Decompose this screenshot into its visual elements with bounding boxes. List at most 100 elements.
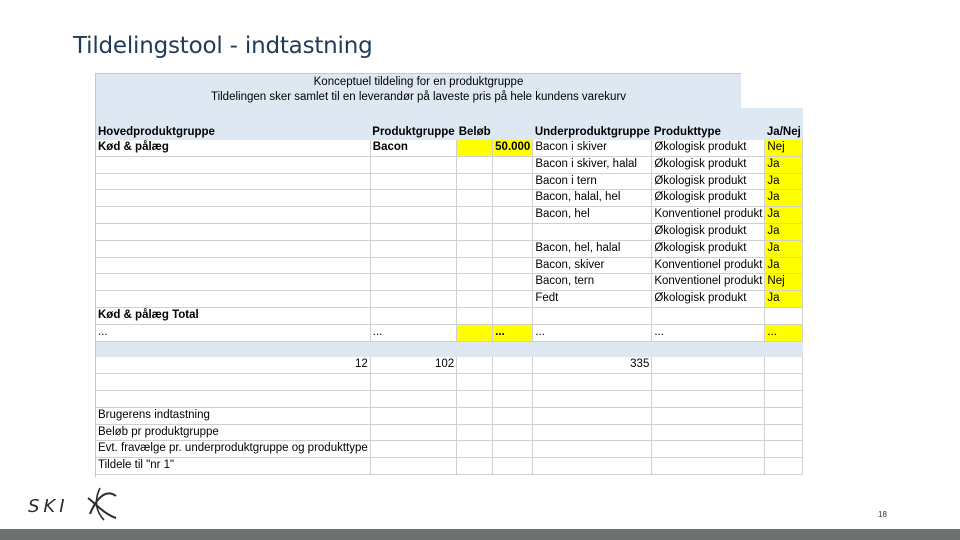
table-row-cell-1[interactable] [370,257,458,275]
blank-row-cell-6[interactable] [764,373,804,391]
table-row-cell-1[interactable]: Bacon [370,140,458,157]
counts-row-cell-0[interactable]: 12 [96,357,371,375]
counts-row-cell-5[interactable] [651,357,766,375]
blank-row-cell-3[interactable] [492,373,534,391]
table-row-cell-5[interactable]: Økologisk produkt [651,189,766,208]
header-row-cell-5[interactable]: Produkttype [651,108,765,140]
table-row-cell-0[interactable] [96,173,371,191]
table-row-cell-0[interactable] [96,290,371,308]
note-row-cell-6[interactable] [764,407,804,425]
table-row-cell-0[interactable] [96,206,371,224]
note-row-cell-4[interactable] [532,440,653,459]
table-row-cell-2[interactable] [456,257,494,275]
table-row-cell-3[interactable] [492,173,534,191]
table-row-cell-0[interactable] [96,257,371,275]
table-row-cell-5[interactable]: Økologisk produkt [651,290,766,308]
table-row-cell-2[interactable] [456,189,494,208]
counts-row-cell-6[interactable] [764,357,804,375]
blank-row-cell-0[interactable] [96,390,371,408]
blank-row-cell-5[interactable] [651,390,766,408]
band-row-cell-6[interactable] [764,341,803,358]
table-row-cell-1[interactable] [370,273,458,292]
blank-row-cell-4[interactable] [532,373,653,391]
note-row-cell-2[interactable] [456,440,494,459]
table-row-cell-3[interactable] [492,240,534,258]
table-row-cell-0[interactable] [96,156,371,174]
header-row-cell-4[interactable]: Underproduktgruppe [532,108,652,140]
table-row-cell-3[interactable] [492,206,534,224]
table-row-cell-5[interactable]: Økologisk produkt [651,240,766,258]
note-row-cell-1[interactable] [370,424,458,442]
table-row-cell-5[interactable]: Konventionel produkt [651,206,766,224]
ellipsis-row-cell-6[interactable]: ... [764,324,804,342]
table-row-cell-5[interactable]: Konventionel produkt [651,273,766,292]
band-row-cell-1[interactable] [370,341,457,358]
table-row-cell-3[interactable] [492,156,534,174]
blank-row-cell-2[interactable] [456,390,494,408]
table-row-cell-5[interactable]: Økologisk produkt [651,140,766,157]
table-row-cell-6[interactable]: Ja [764,223,804,241]
total-row-cell-4[interactable] [532,307,653,325]
header-row-cell-6[interactable]: Ja/Nej [764,108,803,140]
table-row-cell-6[interactable]: Ja [764,240,804,258]
table-row-cell-0[interactable] [96,240,371,258]
table-row-cell-4[interactable]: Bacon, halal, hel [532,189,653,208]
table-row-cell-2[interactable] [456,290,494,308]
header-row-cell-2[interactable]: Beløb [456,108,493,140]
ellipsis-row-cell-3[interactable]: ... [492,324,534,342]
table-row-cell-5[interactable]: Økologisk produkt [651,173,766,191]
note-row-cell-5[interactable] [651,407,766,425]
table-row-cell-1[interactable] [370,156,458,174]
ellipsis-row-cell-2[interactable] [456,324,494,342]
note-row-cell-5[interactable] [651,424,766,442]
counts-row-cell-2[interactable] [456,357,494,375]
table-row-cell-4[interactable]: Bacon, skiver [532,257,653,275]
total-row-cell-0[interactable]: Kød & pålæg Total [96,307,371,325]
table-row-cell-3[interactable] [492,273,534,292]
table-row-cell-6[interactable]: Ja [764,173,804,191]
ellipsis-row-cell-0[interactable]: ... [96,324,371,342]
table-row-cell-2[interactable] [456,156,494,174]
blank-row-cell-3[interactable] [492,390,534,408]
note-row-cell-4[interactable] [532,457,653,475]
table-row-cell-3[interactable] [492,223,534,241]
note-row-cell-0[interactable]: Evt. fravælge pr. underproduktgruppe og … [96,440,371,459]
blank-row-cell-4[interactable] [532,390,653,408]
band-row-cell-5[interactable] [651,341,765,358]
blank-row-cell-1[interactable] [370,373,458,391]
total-row-cell-1[interactable] [370,307,458,325]
note-row-cell-1[interactable] [370,440,458,459]
table-row-cell-6[interactable]: Nej [764,140,804,157]
header-row-cell-1[interactable]: Produktgruppe [370,108,457,140]
note-row-cell-2[interactable] [456,407,494,425]
table-row-cell-2[interactable] [456,140,494,157]
note-row-cell-2[interactable] [456,457,494,475]
note-row-cell-4[interactable] [532,407,653,425]
note-row-cell-5[interactable] [651,440,766,459]
table-row-cell-4[interactable]: Bacon i skiver, halal [532,156,653,174]
blank-row-cell-1[interactable] [370,390,458,408]
note-row-cell-3[interactable] [492,424,534,442]
header-row-cell-0[interactable]: Hovedproduktgruppe [96,108,371,140]
total-row-cell-3[interactable] [492,307,534,325]
table-row-cell-1[interactable] [370,240,458,258]
blank-row-cell-5[interactable] [651,373,766,391]
table-row-cell-6[interactable]: Ja [764,189,804,208]
table-row-cell-4[interactable]: Bacon i tern [532,173,653,191]
table-row-cell-6[interactable]: Ja [764,156,804,174]
note-row-cell-3[interactable] [492,407,534,425]
note-row-cell-3[interactable] [492,440,534,459]
note-row-cell-6[interactable] [764,457,804,475]
blank-row-cell-6[interactable] [764,390,804,408]
table-row-cell-3[interactable] [492,290,534,308]
table-row-cell-2[interactable] [456,223,494,241]
table-row-cell-4[interactable]: Bacon, tern [532,273,653,292]
note-row-cell-6[interactable] [764,424,804,442]
table-row-cell-5[interactable]: Økologisk produkt [651,223,766,241]
table-row-cell-6[interactable]: Ja [764,290,804,308]
table-row-cell-4[interactable]: Fedt [532,290,653,308]
table-row-cell-0[interactable] [96,223,371,241]
table-row-cell-1[interactable] [370,223,458,241]
counts-row-cell-1[interactable]: 102 [370,357,458,375]
table-row-cell-2[interactable] [456,240,494,258]
